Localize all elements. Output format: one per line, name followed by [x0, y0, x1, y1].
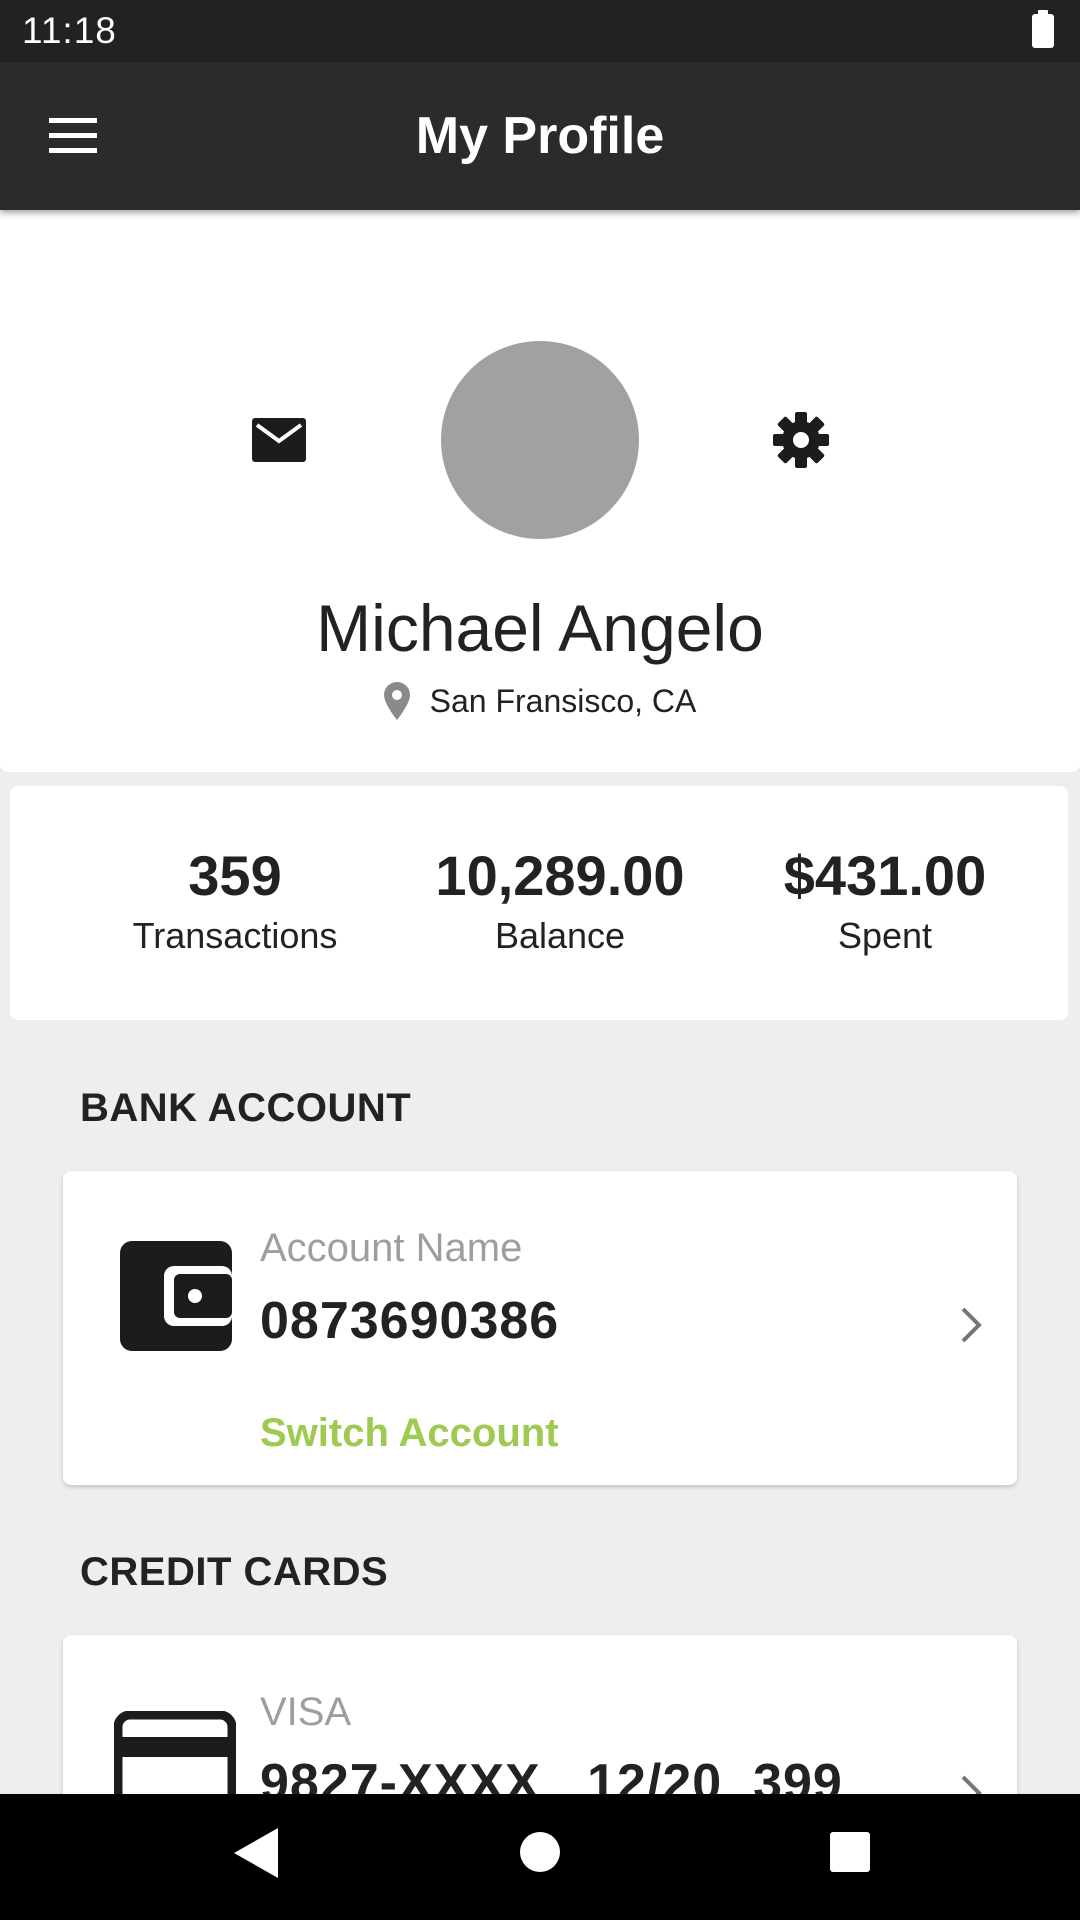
- account-name-label: Account Name: [260, 1226, 523, 1270]
- bank-account-card[interactable]: Account Name 0873690386 Switch Account: [63, 1171, 1017, 1485]
- stat-label: Spent: [837, 915, 933, 956]
- section-title-credit-cards: CREDIT CARDS: [80, 1550, 389, 1594]
- stat-value: $431.00: [783, 844, 987, 907]
- location-row: San Fransisco, CA: [0, 682, 1080, 720]
- stat-transactions[interactable]: 359 Transactions: [110, 848, 360, 954]
- stat-label: Transactions: [132, 915, 338, 956]
- profile-card: Michael Angelo San Fransisco, CA: [0, 210, 1080, 772]
- back-icon[interactable]: [234, 1828, 278, 1878]
- stats-card: 359 Transactions 10,289.00 Balance $431.…: [10, 786, 1068, 1020]
- stat-label: Balance: [494, 915, 626, 956]
- stat-balance[interactable]: 10,289.00 Balance: [410, 848, 710, 954]
- stat-value: 10,289.00: [435, 844, 685, 907]
- location-pin-icon: [383, 682, 410, 720]
- status-bar: 11:18: [0, 0, 1080, 62]
- stat-value: 359: [188, 844, 282, 907]
- page-title: My Profile: [415, 107, 665, 165]
- avatar[interactable]: [441, 341, 639, 539]
- location-text: San Fransisco, CA: [429, 682, 697, 719]
- profile-name: Michael Angelo: [316, 591, 764, 665]
- section-title-bank-account: BANK ACCOUNT: [80, 1086, 412, 1130]
- account-number: 0873690386: [260, 1292, 560, 1350]
- battery-icon: [1032, 10, 1054, 48]
- switch-account-link[interactable]: Switch Account: [260, 1411, 559, 1456]
- system-nav-bar: [0, 1794, 1080, 1920]
- stat-spent[interactable]: $431.00 Spent: [750, 848, 1020, 954]
- gear-icon[interactable]: [773, 412, 829, 468]
- card-type-label: VISA: [260, 1690, 352, 1734]
- home-icon[interactable]: [520, 1832, 560, 1872]
- app-bar: My Profile: [0, 62, 1080, 210]
- status-time: 11:18: [22, 10, 117, 51]
- mail-icon[interactable]: [252, 418, 306, 462]
- wallet-icon: [120, 1241, 232, 1351]
- recent-apps-icon[interactable]: [830, 1832, 870, 1872]
- chevron-right-icon[interactable]: [959, 1305, 983, 1345]
